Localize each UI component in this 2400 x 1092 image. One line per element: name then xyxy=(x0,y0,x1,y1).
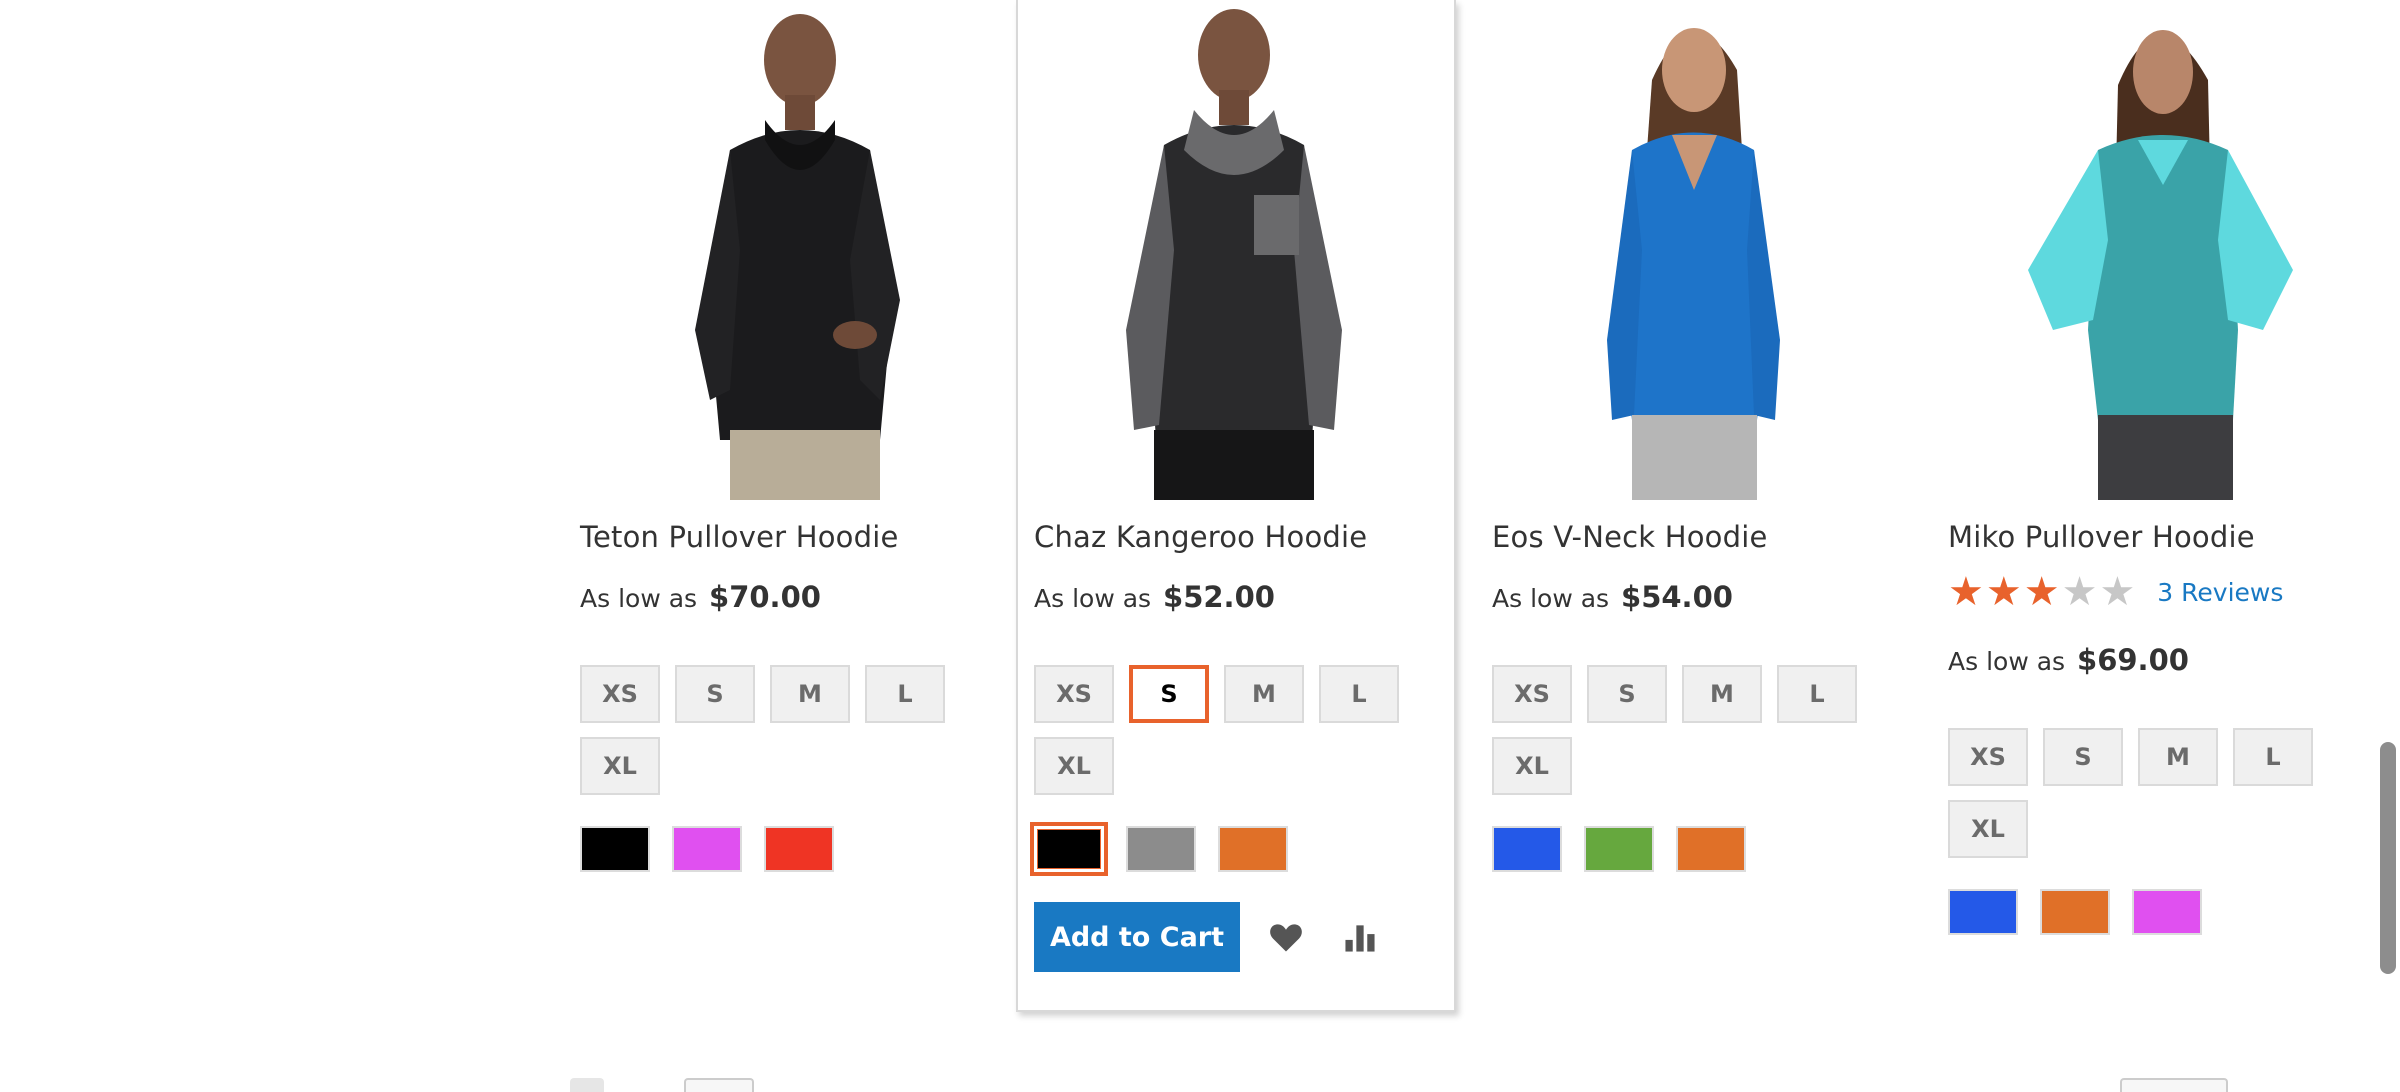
add-to-cart-button[interactable]: Add to Cart xyxy=(1034,902,1240,972)
product-rating: ★ ★ ★ ★ ★ 3 Reviews xyxy=(1948,570,2283,614)
size-option-xl[interactable]: XL xyxy=(1948,800,2028,858)
limiter-select[interactable] xyxy=(2120,1078,2228,1092)
color-swatch-purple[interactable] xyxy=(672,826,742,872)
bar-chart-icon[interactable] xyxy=(1330,907,1390,967)
size-option-xs[interactable]: XS xyxy=(1492,665,1572,723)
size-option-s[interactable]: S xyxy=(1129,665,1209,723)
size-option-m[interactable]: M xyxy=(1682,665,1762,723)
price-prefix: As low as xyxy=(1034,584,1152,613)
product-name[interactable]: Eos V-Neck Hoodie xyxy=(1492,520,1768,554)
color-swatch-orange[interactable] xyxy=(1676,826,1746,872)
star-icon: ★ xyxy=(2023,569,2060,615)
size-option-l[interactable]: L xyxy=(865,665,945,723)
woman-blue-hoodie-image xyxy=(1492,0,1892,500)
scrollbar-thumb[interactable] xyxy=(2380,742,2396,974)
star-icon: ★ xyxy=(1948,569,1984,615)
product-card-miko[interactable]: Miko Pullover Hoodie ★ ★ ★ ★ ★ 3 Reviews… xyxy=(1932,0,2368,1012)
man-gray-hoodie-image xyxy=(1034,0,1434,500)
size-option-xs[interactable]: XS xyxy=(1034,665,1114,723)
product-image[interactable] xyxy=(1034,0,1434,500)
color-swatch-blue[interactable] xyxy=(1492,826,1562,872)
price-prefix: As low as xyxy=(1948,647,2066,676)
color-swatch-orange[interactable] xyxy=(1218,826,1288,872)
product-name[interactable]: Chaz Kangeroo Hoodie xyxy=(1034,520,1367,554)
size-option-xl[interactable]: XL xyxy=(1034,737,1114,795)
color-options xyxy=(580,826,834,872)
size-option-l[interactable]: L xyxy=(2233,728,2313,786)
product-actions: Add to Cart xyxy=(1034,902,1390,972)
star-icon: ★ xyxy=(2061,569,2098,615)
size-options: XS S M L XL xyxy=(1034,665,1434,795)
color-swatch-green[interactable] xyxy=(1584,826,1654,872)
size-option-m[interactable]: M xyxy=(770,665,850,723)
color-options xyxy=(1030,822,1288,876)
star-icon: ★ xyxy=(1985,569,2022,615)
price-amount: $54.00 xyxy=(1621,580,1733,614)
pager-item[interactable] xyxy=(684,1078,754,1092)
price-box: As low as $52.00 xyxy=(1034,580,1275,614)
reviews-link[interactable]: 3 Reviews xyxy=(2157,578,2283,607)
color-swatch-gray[interactable] xyxy=(1126,826,1196,872)
price-prefix: As low as xyxy=(580,584,698,613)
size-option-s[interactable]: S xyxy=(675,665,755,723)
product-card-teton[interactable]: Teton Pullover Hoodie As low as $70.00 X… xyxy=(564,0,1000,1012)
rating-stars: ★ ★ ★ ★ ★ xyxy=(1948,572,2135,612)
woman-teal-hoodie-image xyxy=(1948,0,2348,500)
size-options: XS S M L XL xyxy=(1948,728,2348,858)
color-options xyxy=(1948,889,2202,935)
man-black-hoodie-image xyxy=(580,0,980,500)
size-options: XS S M L XL xyxy=(1492,665,1892,795)
size-option-l[interactable]: L xyxy=(1777,665,1857,723)
color-swatch-black[interactable] xyxy=(1030,822,1108,876)
price-amount: $52.00 xyxy=(1163,580,1275,614)
size-option-m[interactable]: M xyxy=(2138,728,2218,786)
product-image[interactable] xyxy=(580,0,980,500)
pager-item[interactable] xyxy=(570,1078,604,1092)
size-option-xl[interactable]: XL xyxy=(580,737,660,795)
size-option-xs[interactable]: XS xyxy=(1948,728,2028,786)
price-amount: $70.00 xyxy=(709,580,821,614)
price-box: As low as $70.00 xyxy=(580,580,821,614)
size-option-xs[interactable]: XS xyxy=(580,665,660,723)
color-options xyxy=(1492,826,1746,872)
size-option-xl[interactable]: XL xyxy=(1492,737,1572,795)
color-swatch-orange[interactable] xyxy=(2040,889,2110,935)
color-swatch-black[interactable] xyxy=(580,826,650,872)
size-option-m[interactable]: M xyxy=(1224,665,1304,723)
product-image[interactable] xyxy=(1948,0,2348,500)
star-icon: ★ xyxy=(2099,569,2136,615)
product-name[interactable]: Teton Pullover Hoodie xyxy=(580,520,899,554)
price-prefix: As low as xyxy=(1492,584,1610,613)
product-image[interactable] xyxy=(1492,0,1892,500)
product-grid: Teton Pullover Hoodie As low as $70.00 X… xyxy=(0,0,2400,1092)
heart-icon[interactable] xyxy=(1256,907,1316,967)
product-name[interactable]: Miko Pullover Hoodie xyxy=(1948,520,2255,554)
size-option-l[interactable]: L xyxy=(1319,665,1399,723)
price-amount: $69.00 xyxy=(2077,643,2189,677)
size-options: XS S M L XL xyxy=(580,665,980,795)
size-option-s[interactable]: S xyxy=(1587,665,1667,723)
scrollbar[interactable] xyxy=(2372,0,2400,1092)
price-box: As low as $69.00 xyxy=(1948,643,2189,677)
price-box: As low as $54.00 xyxy=(1492,580,1733,614)
color-swatch-blue[interactable] xyxy=(1948,889,2018,935)
size-option-s[interactable]: S xyxy=(2043,728,2123,786)
product-card-chaz[interactable]: Chaz Kangeroo Hoodie As low as $52.00 XS… xyxy=(1016,0,1456,1012)
color-swatch-red[interactable] xyxy=(764,826,834,872)
color-swatch-purple[interactable] xyxy=(2132,889,2202,935)
product-card-eos[interactable]: Eos V-Neck Hoodie As low as $54.00 XS S … xyxy=(1476,0,1912,1012)
